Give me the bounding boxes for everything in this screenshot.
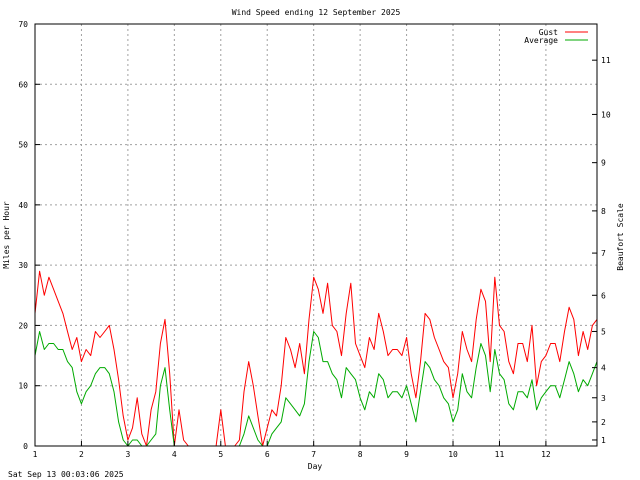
x-axis-ticks: 1 2 3 4 5 6 7 8 9 10 11 12	[33, 441, 551, 459]
beaufort-tick-label: 4	[601, 364, 606, 373]
y-tick-label: 0	[23, 442, 28, 451]
y-tick-label: 50	[18, 141, 28, 150]
series-line-gust	[34, 270, 598, 447]
x-tick-label: 10	[448, 450, 458, 459]
y2-axis-label: Beaufort Scale	[616, 203, 625, 271]
wind-speed-chart: Wind Speed ending 12 September 2025 1234…	[2, 8, 625, 479]
beaufort-tick-label: 3	[601, 394, 606, 403]
chart-title: Wind Speed ending 12 September 2025	[232, 8, 401, 17]
y-tick-label: 60	[18, 80, 28, 89]
x-tick-label: 9	[404, 450, 409, 459]
beaufort-tick-label: 2	[601, 418, 606, 427]
y-tick-label: 40	[18, 201, 28, 210]
beaufort-tick-label: 11	[601, 56, 611, 65]
y-tick-label: 30	[18, 261, 28, 270]
x-tick-label: 4	[172, 450, 177, 459]
beaufort-tick-label: 6	[601, 291, 606, 300]
beaufort-axis-ticks: 1 2 3 4 5 6 7 8 9 10 11	[592, 56, 611, 445]
x-axis-label: Day	[308, 462, 323, 471]
beaufort-tick-label: 8	[601, 207, 606, 216]
y-axis-label: Miles per Hour	[2, 201, 11, 269]
x-tick-label: 12	[541, 450, 551, 459]
beaufort-tick-label: 7	[601, 249, 606, 258]
legend: Gust Average	[524, 28, 588, 45]
series-lines	[34, 270, 598, 447]
x-tick-label: 8	[358, 450, 363, 459]
x-tick-label: 3	[125, 450, 130, 459]
beaufort-tick-label: 1	[601, 436, 606, 445]
y-tick-label: 20	[18, 321, 28, 330]
beaufort-tick-label: 9	[601, 159, 606, 168]
x-tick-label: 7	[311, 450, 316, 459]
beaufort-tick-label: 5	[601, 327, 606, 336]
y-tick-label: 10	[18, 382, 28, 391]
x-tick-label: 6	[265, 450, 270, 459]
x-tick-label: 1	[33, 450, 38, 459]
y-axis-ticks: 0 10 20 30 40 50 60 70	[18, 20, 40, 451]
legend-label-average: Average	[524, 36, 558, 45]
beaufort-tick-label: 10	[601, 110, 611, 119]
y-tick-label: 70	[18, 20, 28, 29]
x-tick-label: 5	[218, 450, 223, 459]
x-tick-label: 2	[79, 450, 84, 459]
x-tick-label: 11	[495, 450, 505, 459]
footer-timestamp: Sat Sep 13 00:03:06 2025	[8, 470, 124, 479]
